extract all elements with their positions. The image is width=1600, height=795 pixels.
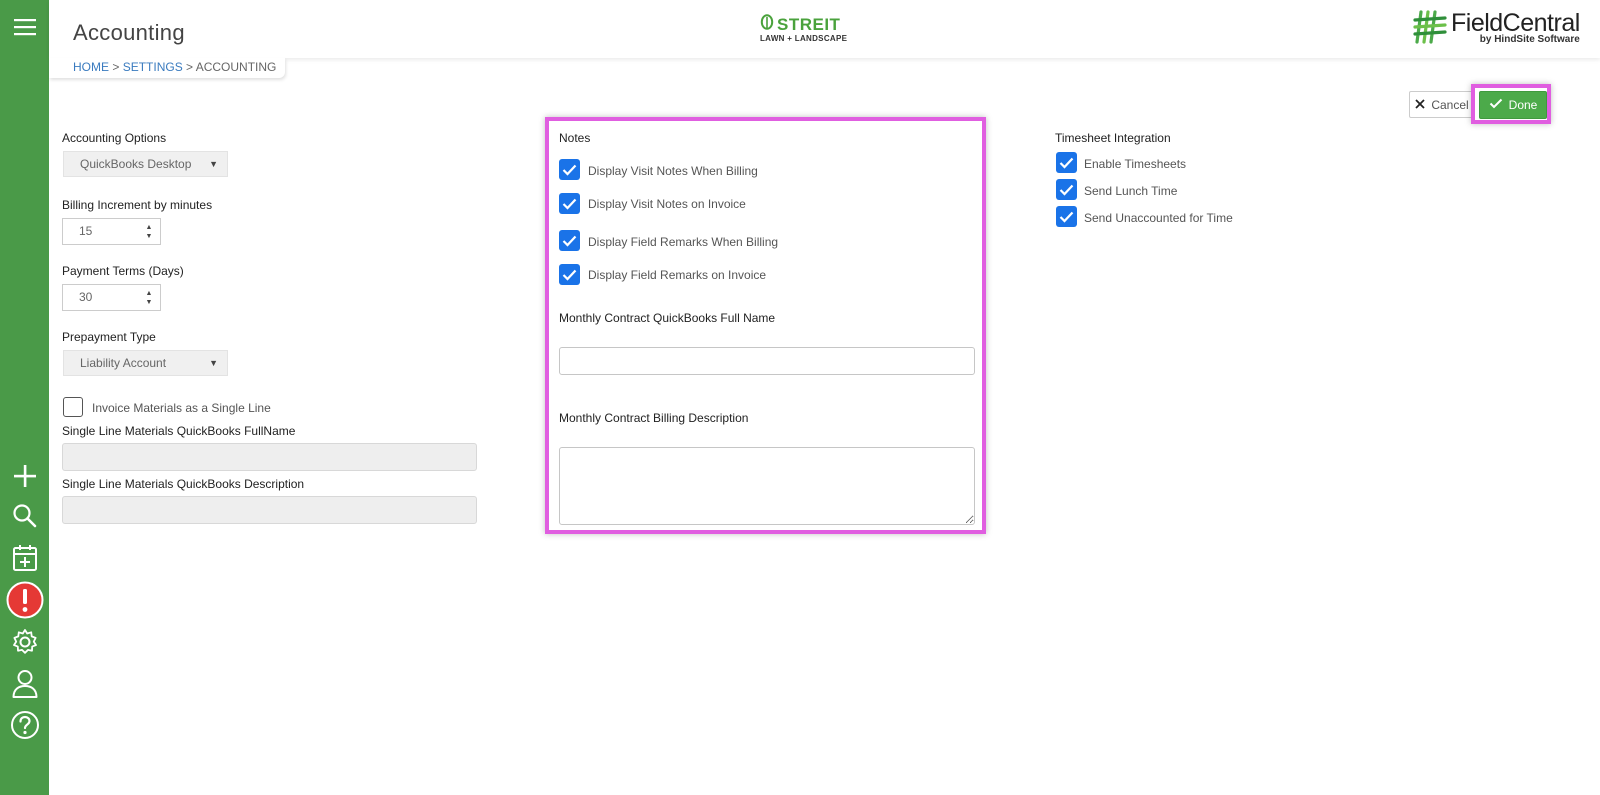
payment-terms-input[interactable]: 30 ▲ ▼ bbox=[62, 284, 161, 311]
prepayment-type-label: Prepayment Type bbox=[62, 330, 156, 344]
done-button-highlight bbox=[1471, 84, 1551, 124]
breadcrumb-home[interactable]: HOME bbox=[73, 60, 109, 74]
alert-icon[interactable] bbox=[0, 581, 49, 619]
timesheet-checkbox[interactable] bbox=[1056, 152, 1077, 173]
timesheet-checkbox[interactable] bbox=[1056, 206, 1077, 227]
leaf-icon bbox=[760, 14, 774, 35]
brand-mark-icon bbox=[1413, 10, 1447, 49]
checkmark-icon bbox=[1059, 157, 1074, 169]
help-icon[interactable] bbox=[0, 710, 49, 740]
brand-logo: FieldCentral by HindSite Software bbox=[1413, 10, 1580, 49]
accounting-options-label: Accounting Options bbox=[62, 131, 167, 145]
payment-terms-label: Payment Terms (Days) bbox=[62, 264, 184, 278]
cancel-label: Cancel bbox=[1431, 97, 1469, 112]
billing-increment-value: 15 bbox=[79, 224, 93, 238]
timesheet-checkbox-label: Send Unaccounted for Time bbox=[1084, 211, 1233, 225]
prepayment-type-value: Liability Account bbox=[80, 356, 167, 370]
billing-increment-input[interactable]: 15 ▲ ▼ bbox=[62, 218, 161, 245]
timesheet-heading: Timesheet Integration bbox=[1055, 131, 1171, 145]
notes-section-highlight bbox=[545, 117, 986, 534]
single-line-description-label: Single Line Materials QuickBooks Descrip… bbox=[62, 477, 305, 491]
breadcrumb-settings[interactable]: SETTINGS bbox=[123, 60, 183, 74]
breadcrumb-container: HOME > SETTINGS > ACCOUNTING bbox=[49, 58, 285, 78]
single-line-fullname-input bbox=[62, 443, 477, 471]
search-icon[interactable] bbox=[0, 502, 49, 530]
checkmark-icon bbox=[1059, 184, 1074, 196]
timesheet-checkbox[interactable] bbox=[1056, 179, 1077, 200]
company-name: STREIT bbox=[777, 14, 841, 34]
breadcrumb-separator: > bbox=[182, 60, 196, 74]
breadcrumb-current: ACCOUNTING bbox=[195, 60, 277, 74]
timesheet-checkbox-label: Send Lunch Time bbox=[1084, 184, 1178, 198]
stepper-arrows-icon[interactable]: ▲ ▼ bbox=[138, 219, 160, 244]
close-icon bbox=[1415, 98, 1425, 112]
cancel-button[interactable]: Cancel bbox=[1409, 91, 1475, 118]
accounting-options-select[interactable]: QuickBooks Desktop ▼ bbox=[63, 151, 228, 177]
user-icon[interactable] bbox=[0, 668, 49, 700]
add-icon[interactable] bbox=[0, 462, 49, 490]
breadcrumb: HOME > SETTINGS > ACCOUNTING bbox=[73, 60, 276, 74]
stepper-arrows-icon[interactable]: ▲ ▼ bbox=[138, 285, 160, 310]
brand-name: FieldCentral bbox=[1451, 9, 1580, 37]
caret-down-icon: ▼ bbox=[209, 358, 218, 368]
single-line-fullname-label: Single Line Materials QuickBooks FullNam… bbox=[62, 424, 296, 438]
caret-down-icon: ▼ bbox=[209, 159, 218, 169]
prepayment-type-select[interactable]: Liability Account ▼ bbox=[63, 350, 228, 376]
sidebar bbox=[0, 0, 49, 795]
page-title: Accounting bbox=[73, 20, 185, 45]
accounting-options-value: QuickBooks Desktop bbox=[80, 157, 192, 171]
single-line-checkbox[interactable] bbox=[63, 397, 83, 417]
payment-terms-value: 30 bbox=[79, 290, 93, 304]
single-line-label: Invoice Materials as a Single Line bbox=[92, 401, 271, 415]
single-line-description-input bbox=[62, 496, 477, 524]
company-subtitle: LAWN + LANDSCAPE bbox=[760, 34, 848, 43]
breadcrumb-separator: > bbox=[109, 60, 123, 74]
company-logo: STREIT LAWN + LANDSCAPE bbox=[760, 14, 847, 43]
timesheet-checkbox-label: Enable Timesheets bbox=[1084, 157, 1187, 171]
calendar-add-icon[interactable] bbox=[0, 543, 49, 573]
gear-icon[interactable] bbox=[0, 627, 49, 657]
checkmark-icon bbox=[1059, 211, 1074, 223]
menu-icon[interactable] bbox=[0, 14, 49, 40]
billing-increment-label: Billing Increment by minutes bbox=[62, 198, 213, 212]
